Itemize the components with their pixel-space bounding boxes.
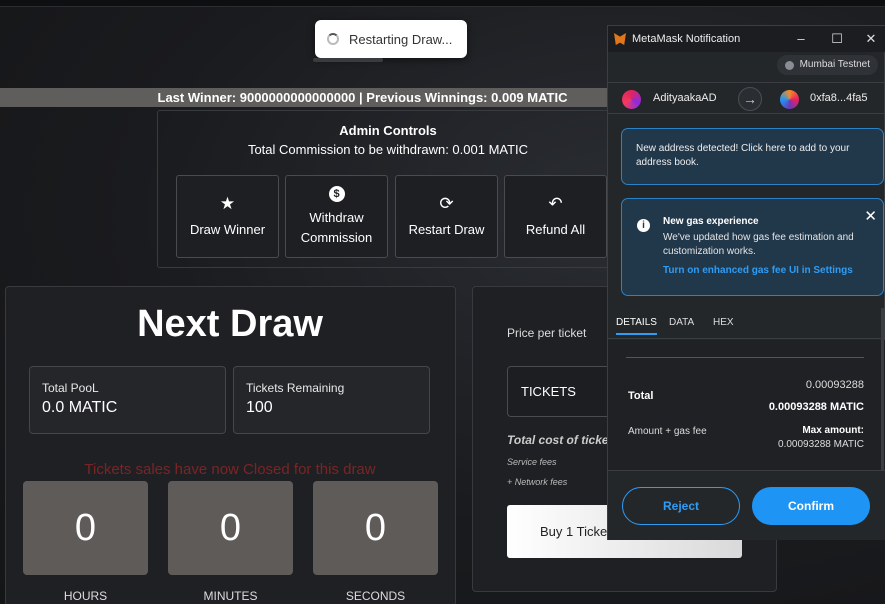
refund-all-button[interactable]: ↶ Refund All bbox=[504, 175, 607, 258]
account-row: AdityaakaAD → 0xfa8...4fa5 bbox=[608, 82, 885, 114]
gas-experience-alert: i ✕ New gas experience We've updated how… bbox=[621, 198, 884, 296]
withdraw-commission-button[interactable]: $ Withdraw Commission bbox=[285, 175, 388, 258]
metamask-window-title: MetaMask Notification bbox=[632, 33, 741, 45]
restart-draw-label: Restart Draw bbox=[408, 221, 485, 237]
amount-gas-label: Amount + gas fee bbox=[628, 426, 707, 437]
scrollbar[interactable] bbox=[881, 308, 884, 488]
gas-settings-link[interactable]: Turn on enhanced gas fee UI in Settings bbox=[663, 265, 869, 276]
total-label: Total bbox=[628, 390, 654, 402]
price-per-ticket-label: Price per ticket bbox=[507, 326, 587, 340]
metamask-window: MetaMask Notification – ☐ ✕ Mumbai Testn… bbox=[607, 25, 885, 540]
toast-text: Restarting Draw... bbox=[349, 31, 453, 47]
tab-details[interactable]: DETAILS bbox=[616, 317, 657, 335]
total-value: 0.00093288 bbox=[805, 379, 864, 391]
dollar-icon: $ bbox=[328, 185, 345, 202]
confirm-button[interactable]: Confirm bbox=[752, 487, 870, 525]
minutes-label: MINUTES bbox=[203, 589, 258, 603]
max-amount-value: 0.00093288 MATIC bbox=[778, 439, 864, 450]
tickets-input[interactable]: TICKETS bbox=[507, 366, 617, 417]
seconds-box: 0 bbox=[313, 481, 438, 575]
from-account-name: AdityaakaAD bbox=[653, 92, 717, 104]
tab-hex[interactable]: HEX bbox=[713, 317, 734, 328]
action-buttons: Reject Confirm bbox=[608, 470, 885, 540]
close-window-icon[interactable]: ✕ bbox=[854, 26, 885, 52]
to-account-avatar bbox=[780, 90, 799, 109]
reject-button[interactable]: Reject bbox=[622, 487, 740, 525]
info-icon: i bbox=[637, 219, 650, 232]
next-draw-title: Next Draw bbox=[137, 303, 323, 345]
refresh-icon: ⟳ bbox=[439, 193, 454, 213]
undo-icon: ↶ bbox=[548, 193, 563, 213]
hours-box: 0 bbox=[23, 481, 148, 575]
hours-label: HOURS bbox=[63, 589, 108, 603]
details-tabs: DETAILS DATA HEX bbox=[608, 314, 885, 339]
total-pool-box: Total PooL 0.0 MATIC bbox=[29, 366, 226, 434]
network-fees-label: + Network fees bbox=[507, 477, 568, 487]
total-pool-value: 0.0 MATIC bbox=[42, 399, 118, 416]
total-value-matic: 0.00093288 MATIC bbox=[768, 401, 864, 413]
gas-alert-body: We've updated how gas fee estimation and… bbox=[663, 232, 854, 257]
sales-closed-notice: Tickets sales have now Closed for this d… bbox=[84, 461, 376, 478]
spinner-icon bbox=[327, 33, 339, 45]
top-bar bbox=[0, 0, 885, 7]
total-pool-label: Total PooL bbox=[42, 381, 99, 395]
withdraw-commission-label: Withdraw Commission bbox=[300, 209, 373, 245]
divider bbox=[626, 357, 864, 358]
admin-title: Admin Controls bbox=[339, 123, 437, 138]
restart-toast: Restarting Draw... bbox=[315, 20, 467, 58]
minimize-icon[interactable]: – bbox=[784, 26, 818, 52]
total-cost-label: Total cost of ticket bbox=[507, 433, 613, 447]
max-amount-label: Max amount: bbox=[802, 425, 864, 436]
close-alert-icon[interactable]: ✕ bbox=[864, 207, 877, 225]
seconds-label: SECONDS bbox=[345, 589, 406, 603]
arrow-right-icon: → bbox=[738, 87, 762, 111]
draw-winner-label: Draw Winner bbox=[189, 221, 266, 237]
draw-winner-button[interactable]: ★ Draw Winner bbox=[176, 175, 279, 258]
network-name: Mumbai Testnet bbox=[799, 59, 870, 70]
restart-draw-button[interactable]: ⟳ Restart Draw bbox=[395, 175, 498, 258]
network-dot-icon bbox=[784, 60, 794, 70]
star-icon: ★ bbox=[219, 193, 236, 213]
minutes-box: 0 bbox=[168, 481, 293, 575]
admin-controls: Admin Controls Total Commission to be wi… bbox=[157, 110, 617, 268]
tab-data[interactable]: DATA bbox=[669, 317, 694, 328]
metamask-titlebar: MetaMask Notification – ☐ ✕ bbox=[608, 26, 885, 52]
tickets-remaining-label: Tickets Remaining bbox=[246, 381, 345, 395]
network-selector[interactable]: Mumbai Testnet bbox=[776, 55, 878, 75]
maximize-icon[interactable]: ☐ bbox=[820, 26, 854, 52]
refund-all-label: Refund All bbox=[525, 221, 586, 237]
to-account-address: 0xfa8...4fa5 bbox=[810, 92, 868, 104]
from-account-avatar bbox=[622, 90, 641, 109]
commission-text: Total Commission to be withdrawn: 0.001 … bbox=[247, 142, 529, 157]
tickets-remaining-value: 100 bbox=[246, 399, 273, 416]
metamask-fox-icon bbox=[614, 33, 626, 45]
service-fees-label: Service fees bbox=[507, 457, 557, 467]
gas-alert-title: New gas experience bbox=[663, 216, 759, 227]
tickets-remaining-box: Tickets Remaining 100 bbox=[233, 366, 430, 434]
toast-shadow bbox=[313, 58, 383, 62]
new-address-alert[interactable]: New address detected! Click here to add … bbox=[621, 128, 884, 185]
